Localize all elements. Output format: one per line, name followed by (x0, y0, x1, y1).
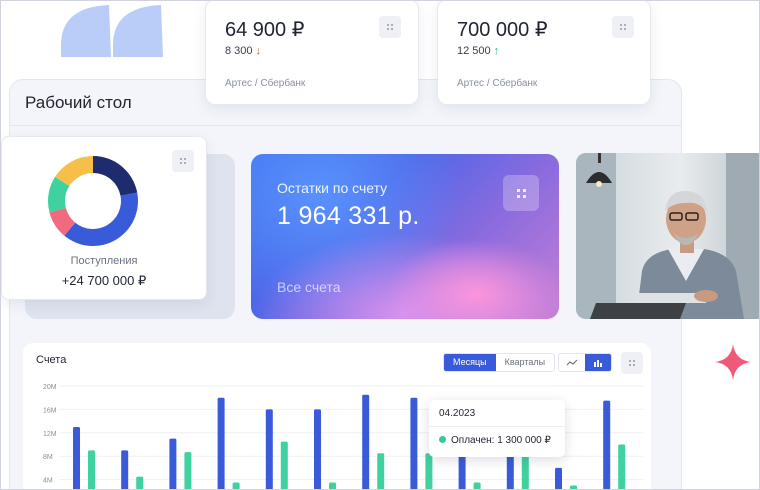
bar-green[interactable] (184, 452, 192, 490)
bar-blue[interactable] (314, 409, 321, 490)
bar-blue[interactable] (73, 426, 80, 490)
tooltip-date: 04.2023 (439, 408, 476, 419)
y-tick-label: 12M (43, 431, 57, 438)
tooltip-row: Оплачен: 1 300 000 ₽ (439, 435, 551, 446)
bar-green[interactable] (377, 453, 385, 490)
account-path: Артес / Сбербанк (225, 78, 306, 89)
bar-green[interactable] (232, 482, 240, 490)
bar-green[interactable] (521, 456, 529, 490)
y-tick-label: 8M (43, 454, 53, 461)
balance-title: Остатки по счету (277, 180, 388, 196)
bar-green[interactable] (88, 450, 95, 490)
arrow-down-icon: ↓ (255, 45, 262, 57)
donut-slice (93, 156, 138, 196)
y-tick-label: 20M (43, 384, 57, 391)
tab-months[interactable]: Месяцы (444, 354, 496, 371)
account-path: Артес / Сбербанк (457, 78, 538, 89)
balance-amount: 1 964 331 р. (277, 202, 420, 230)
bar-blue[interactable] (265, 409, 273, 490)
income-donut-chart (48, 156, 138, 246)
businessman-photo (576, 153, 759, 319)
workspace-title: Рабочий стол (25, 93, 132, 112)
balance-card[interactable]: Остатки по счету 1 964 331 р. Все счета (251, 154, 559, 319)
bar-green[interactable] (280, 441, 288, 490)
line-chart-icon[interactable] (559, 354, 585, 371)
tooltip-value: Оплачен: 1 300 000 ₽ (451, 435, 551, 446)
drag-handle-icon[interactable] (612, 16, 634, 38)
bar-chart-icon[interactable] (585, 354, 611, 371)
bar-blue[interactable] (121, 450, 129, 490)
chart-view-toggle (558, 353, 612, 372)
donut-slice (64, 192, 138, 246)
bar-blue[interactable] (217, 397, 225, 490)
arrow-up-icon: ↑ (493, 45, 500, 57)
workspace-divider (10, 125, 681, 126)
chart-title: Счета (36, 354, 67, 366)
legend-dot-icon (439, 436, 446, 443)
bar-green[interactable] (473, 482, 481, 490)
drag-handle-icon[interactable] (172, 150, 194, 172)
bar-blue[interactable] (410, 397, 418, 490)
all-accounts-link[interactable]: Все счета (277, 279, 341, 295)
drag-handle-icon[interactable] (379, 16, 401, 38)
tab-quarters[interactable]: Кварталы (495, 354, 555, 371)
y-tick-label: 16M (43, 407, 57, 414)
account-change: 12 500 ↑ (457, 45, 499, 57)
bar-green[interactable] (425, 453, 433, 490)
quote-decoration-icon (61, 5, 163, 57)
account-card-2[interactable]: 700 000 ₽ 12 500 ↑ Артес / Сбербанк (437, 1, 651, 105)
income-value: +24 700 000 ₽ (61, 273, 147, 288)
chart-tooltip: 04.2023 Оплачен: 1 300 000 ₽ (429, 400, 565, 457)
bar-green[interactable] (329, 482, 336, 490)
bar-green[interactable] (136, 476, 144, 490)
account-amount: 700 000 ₽ (457, 19, 548, 41)
bar-blue[interactable] (555, 467, 562, 490)
bar-green[interactable] (570, 485, 577, 490)
sparkle-icon (715, 344, 751, 380)
account-card-1[interactable]: 64 900 ₽ 8 300 ↓ Артес / Сбербанк (205, 1, 419, 105)
account-change: 8 300 ↓ (225, 45, 261, 57)
tooltip-divider (429, 426, 565, 427)
drag-handle-icon[interactable] (503, 175, 539, 211)
bar-blue[interactable] (362, 394, 370, 490)
account-change-value: 12 500 (457, 45, 491, 57)
y-tick-label: 4M (43, 478, 53, 485)
bar-blue[interactable] (603, 400, 611, 490)
bar-green[interactable] (618, 444, 626, 490)
bar-blue[interactable] (169, 438, 177, 490)
account-amount: 64 900 ₽ (225, 19, 305, 41)
app-frame: Рабочий стол 64 900 ₽ 8 300 ↓ Артес / Сбе… (0, 0, 760, 490)
income-card[interactable]: Поступления +24 700 000 ₽ (1, 136, 207, 300)
period-tabs: Месяцы Кварталы (443, 353, 556, 372)
drag-handle-icon[interactable] (621, 352, 643, 374)
account-change-value: 8 300 (225, 45, 253, 57)
income-label: Поступления (70, 255, 138, 267)
